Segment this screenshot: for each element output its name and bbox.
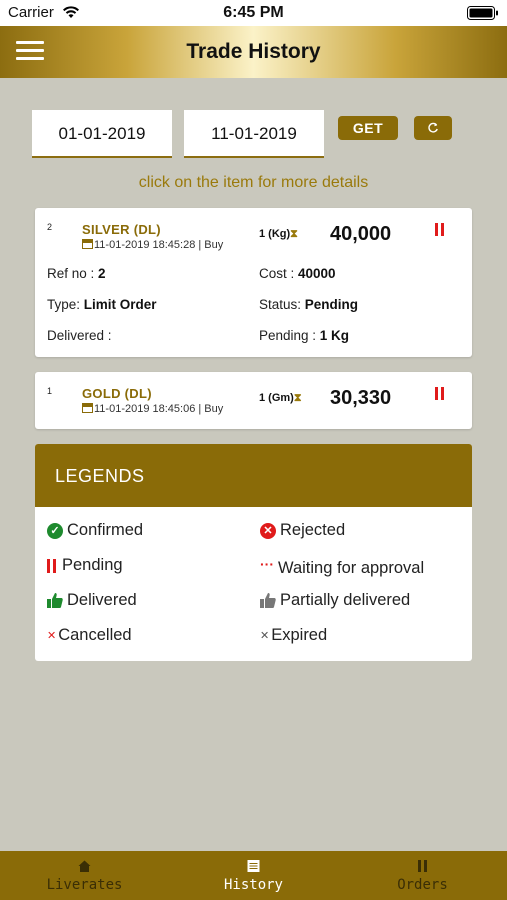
tab-history[interactable]: History bbox=[169, 851, 338, 900]
trade-name: SILVER (DL) bbox=[82, 222, 161, 237]
legend-rejected: ✕ Rejected bbox=[260, 521, 345, 540]
x-icon: ✕ bbox=[47, 630, 57, 643]
type-label: Type: bbox=[47, 297, 84, 312]
status-detail: Status: Pending bbox=[259, 297, 358, 312]
legend-cancelled: ✕ Cancelled bbox=[47, 626, 132, 645]
legend-expired: ✕ Expired bbox=[260, 626, 327, 645]
nav-bar: Trade History bbox=[0, 26, 507, 78]
ref-no-label: Ref no : bbox=[47, 266, 99, 281]
pending-detail: Pending : 1 Kg bbox=[259, 328, 349, 343]
pending-label: Pending : bbox=[259, 328, 320, 343]
status-label: Status: bbox=[259, 297, 305, 312]
to-date-field[interactable]: 11-01-2019 bbox=[184, 110, 324, 158]
cost-detail: Cost : 40000 bbox=[259, 266, 336, 281]
pending-icon bbox=[435, 223, 447, 236]
legend-label: Partially delivered bbox=[280, 591, 411, 609]
type-detail: Type: Limit Order bbox=[47, 297, 157, 312]
cost-value: 40000 bbox=[298, 266, 336, 281]
trade-index: 1 bbox=[47, 386, 53, 396]
status-bar: Carrier 6:45 PM bbox=[0, 0, 507, 26]
trade-name: GOLD (DL) bbox=[82, 386, 152, 401]
legend-label: Confirmed bbox=[67, 521, 144, 539]
home-icon bbox=[78, 860, 91, 872]
trade-quantity: 1 (Gm)⧗ bbox=[259, 392, 302, 405]
legend-label: Rejected bbox=[280, 521, 346, 539]
refresh-button[interactable] bbox=[414, 116, 452, 140]
cost-label: Cost : bbox=[259, 266, 299, 281]
battery-icon bbox=[467, 6, 498, 20]
ref-no-value: 2 bbox=[98, 266, 106, 281]
tab-orders[interactable]: Orders bbox=[338, 851, 507, 900]
pause-icon bbox=[418, 860, 427, 872]
legend-waiting: ··· Waiting for approval bbox=[260, 556, 424, 578]
thumbs-up-icon bbox=[260, 593, 276, 609]
calendar-icon bbox=[82, 403, 93, 413]
tab-label: Orders bbox=[397, 877, 448, 893]
check-circle-icon: ✓ bbox=[47, 522, 63, 539]
legend-label: Pending bbox=[62, 556, 123, 574]
tab-label: History bbox=[223, 877, 283, 893]
trade-card[interactable]: 1 GOLD (DL) 11-01-2019 18:45:06 | Buy 1 … bbox=[35, 372, 472, 429]
type-value: Limit Order bbox=[83, 297, 157, 312]
legends-panel: LEGENDS ✓ Confirmed ✕ Rejected Pending ···… bbox=[35, 444, 472, 661]
tab-bar: Liverates History Orders bbox=[0, 851, 507, 900]
get-button[interactable]: GET bbox=[338, 116, 398, 140]
trade-date-text: 11-01-2019 18:45:06 | Buy bbox=[94, 403, 224, 415]
trade-qty-text: 1 (Kg) bbox=[259, 228, 291, 240]
details-hint: click on the item for more details bbox=[138, 174, 369, 191]
weight-icon: ⧗ bbox=[290, 228, 298, 240]
status-time: 6:45 PM bbox=[223, 4, 284, 21]
refresh-icon bbox=[428, 122, 438, 133]
trade-date-text: 11-01-2019 18:45:28 | Buy bbox=[94, 239, 224, 251]
trade-card[interactable]: 2 SILVER (DL) 11-01-2019 18:45:28 | Buy … bbox=[35, 208, 472, 357]
tab-liverates[interactable]: Liverates bbox=[0, 851, 169, 900]
pending-icon bbox=[435, 387, 447, 400]
legend-partially-delivered: Partially delivered bbox=[260, 591, 410, 610]
legend-confirmed: ✓ Confirmed bbox=[47, 521, 143, 540]
weight-icon: ⧗ bbox=[293, 392, 302, 404]
legend-pending: Pending bbox=[47, 556, 123, 575]
trade-quantity: 1 (Kg)⧗ bbox=[259, 228, 298, 241]
trade-price: 30,330 bbox=[330, 387, 392, 409]
trade-index: 2 bbox=[47, 222, 53, 232]
legend-delivered: Delivered bbox=[47, 591, 137, 610]
delivered-detail: Delivered : bbox=[47, 328, 112, 343]
legends-title: LEGENDS bbox=[55, 466, 145, 486]
legends-header: LEGENDS bbox=[35, 444, 472, 507]
pending-value: 1 Kg bbox=[319, 328, 350, 343]
x-circle-icon: ✕ bbox=[260, 522, 276, 539]
legend-label: Cancelled bbox=[58, 626, 132, 644]
delivered-label: Delivered : bbox=[47, 328, 112, 343]
trade-date: 11-01-2019 18:45:06 | Buy bbox=[82, 403, 223, 415]
status-value: Pending bbox=[304, 297, 359, 312]
trade-price: 40,000 bbox=[330, 223, 392, 245]
legend-label: Delivered bbox=[67, 591, 137, 609]
trade-date: 11-01-2019 18:45:28 | Buy bbox=[82, 239, 223, 251]
ref-no-detail: Ref no : 2 bbox=[47, 266, 106, 281]
trade-qty-text: 1 (Gm) bbox=[259, 392, 294, 404]
from-date-field[interactable]: 01-01-2019 bbox=[32, 110, 172, 158]
legend-label: Expired bbox=[271, 626, 328, 644]
legend-label: Waiting for approval bbox=[278, 559, 425, 577]
dots-icon: ··· bbox=[260, 556, 274, 572]
calendar-icon bbox=[82, 239, 93, 249]
list-icon bbox=[247, 860, 260, 872]
page-title: Trade History bbox=[186, 40, 321, 63]
tab-label: Liverates bbox=[46, 877, 123, 893]
thumbs-up-icon bbox=[47, 593, 63, 609]
pause-icon bbox=[47, 558, 58, 573]
x-icon: ✕ bbox=[260, 630, 270, 643]
